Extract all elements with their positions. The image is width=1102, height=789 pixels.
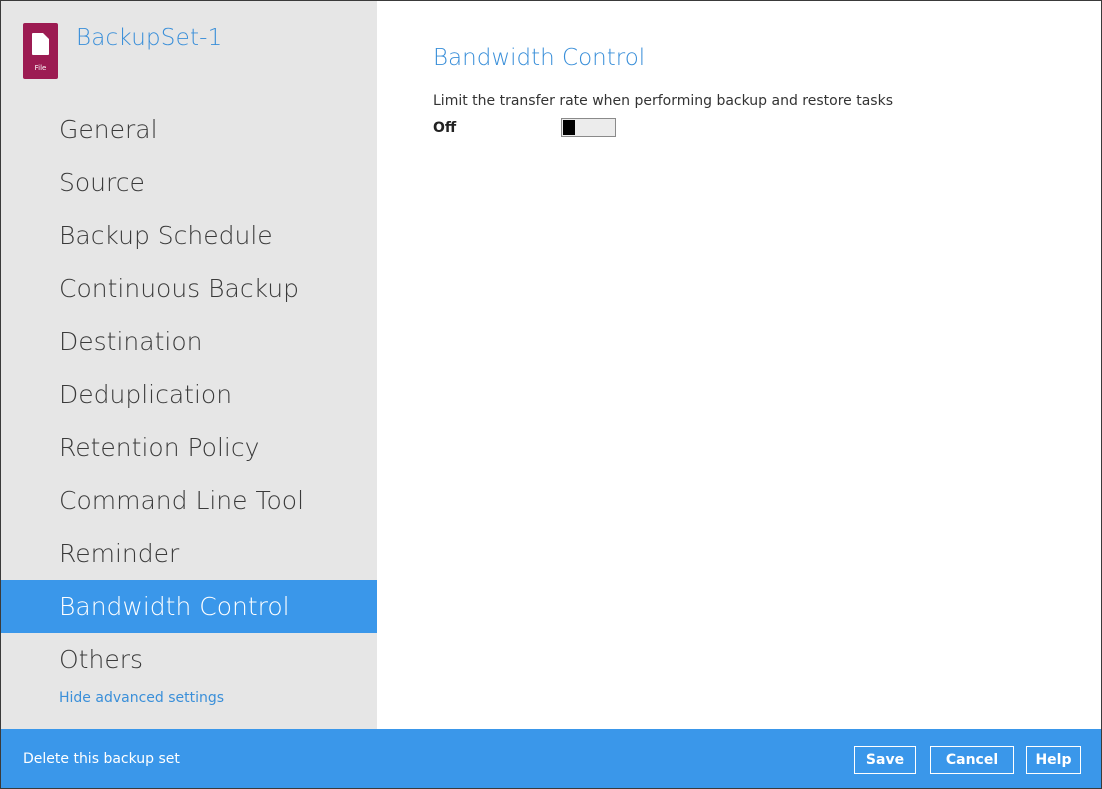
settings-nav: General Source Backup Schedule Continuou… — [1, 103, 377, 686]
page-title: Bandwidth Control — [433, 45, 646, 71]
settings-window: File BackupSet-1 General Source Backup S… — [0, 0, 1102, 789]
sidebar-item-destination[interactable]: Destination — [1, 315, 377, 368]
toggle-state-label: Off — [433, 120, 457, 136]
footer-bar: Delete this backup set Save Cancel Help — [1, 729, 1101, 788]
sidebar-item-deduplication[interactable]: Deduplication — [1, 368, 377, 421]
sidebar-item-bandwidth-control[interactable]: Bandwidth Control — [1, 580, 377, 633]
sidebar-item-backup-schedule[interactable]: Backup Schedule — [1, 209, 377, 262]
save-button[interactable]: Save — [854, 746, 916, 774]
hide-advanced-settings-link[interactable]: Hide advanced settings — [59, 690, 224, 706]
backup-set-name: BackupSet-1 — [76, 25, 223, 51]
sidebar-item-source[interactable]: Source — [1, 156, 377, 209]
delete-backup-set-link[interactable]: Delete this backup set — [23, 751, 180, 767]
sidebar-item-reminder[interactable]: Reminder — [1, 527, 377, 580]
sidebar-item-others[interactable]: Others — [1, 633, 377, 686]
file-icon-tag: File — [34, 64, 47, 72]
file-icon: File — [23, 23, 58, 79]
sidebar-item-continuous-backup[interactable]: Continuous Backup — [1, 262, 377, 315]
bandwidth-description: Limit the transfer rate when performing … — [433, 93, 893, 109]
file-page-shape — [32, 33, 49, 55]
bandwidth-toggle-row: Off — [433, 118, 683, 140]
backup-set-header: File BackupSet-1 — [23, 23, 223, 79]
help-button[interactable]: Help — [1026, 746, 1081, 774]
cancel-button[interactable]: Cancel — [930, 746, 1014, 774]
sidebar-item-command-line-tool[interactable]: Command Line Tool — [1, 474, 377, 527]
toggle-knob[interactable] — [563, 120, 575, 135]
bandwidth-toggle-switch[interactable] — [561, 118, 616, 137]
sidebar-item-general[interactable]: General — [1, 103, 377, 156]
sidebar-item-retention-policy[interactable]: Retention Policy — [1, 421, 377, 474]
main-panel: Bandwidth Control Limit the transfer rat… — [377, 1, 1101, 729]
sidebar: File BackupSet-1 General Source Backup S… — [1, 1, 377, 729]
